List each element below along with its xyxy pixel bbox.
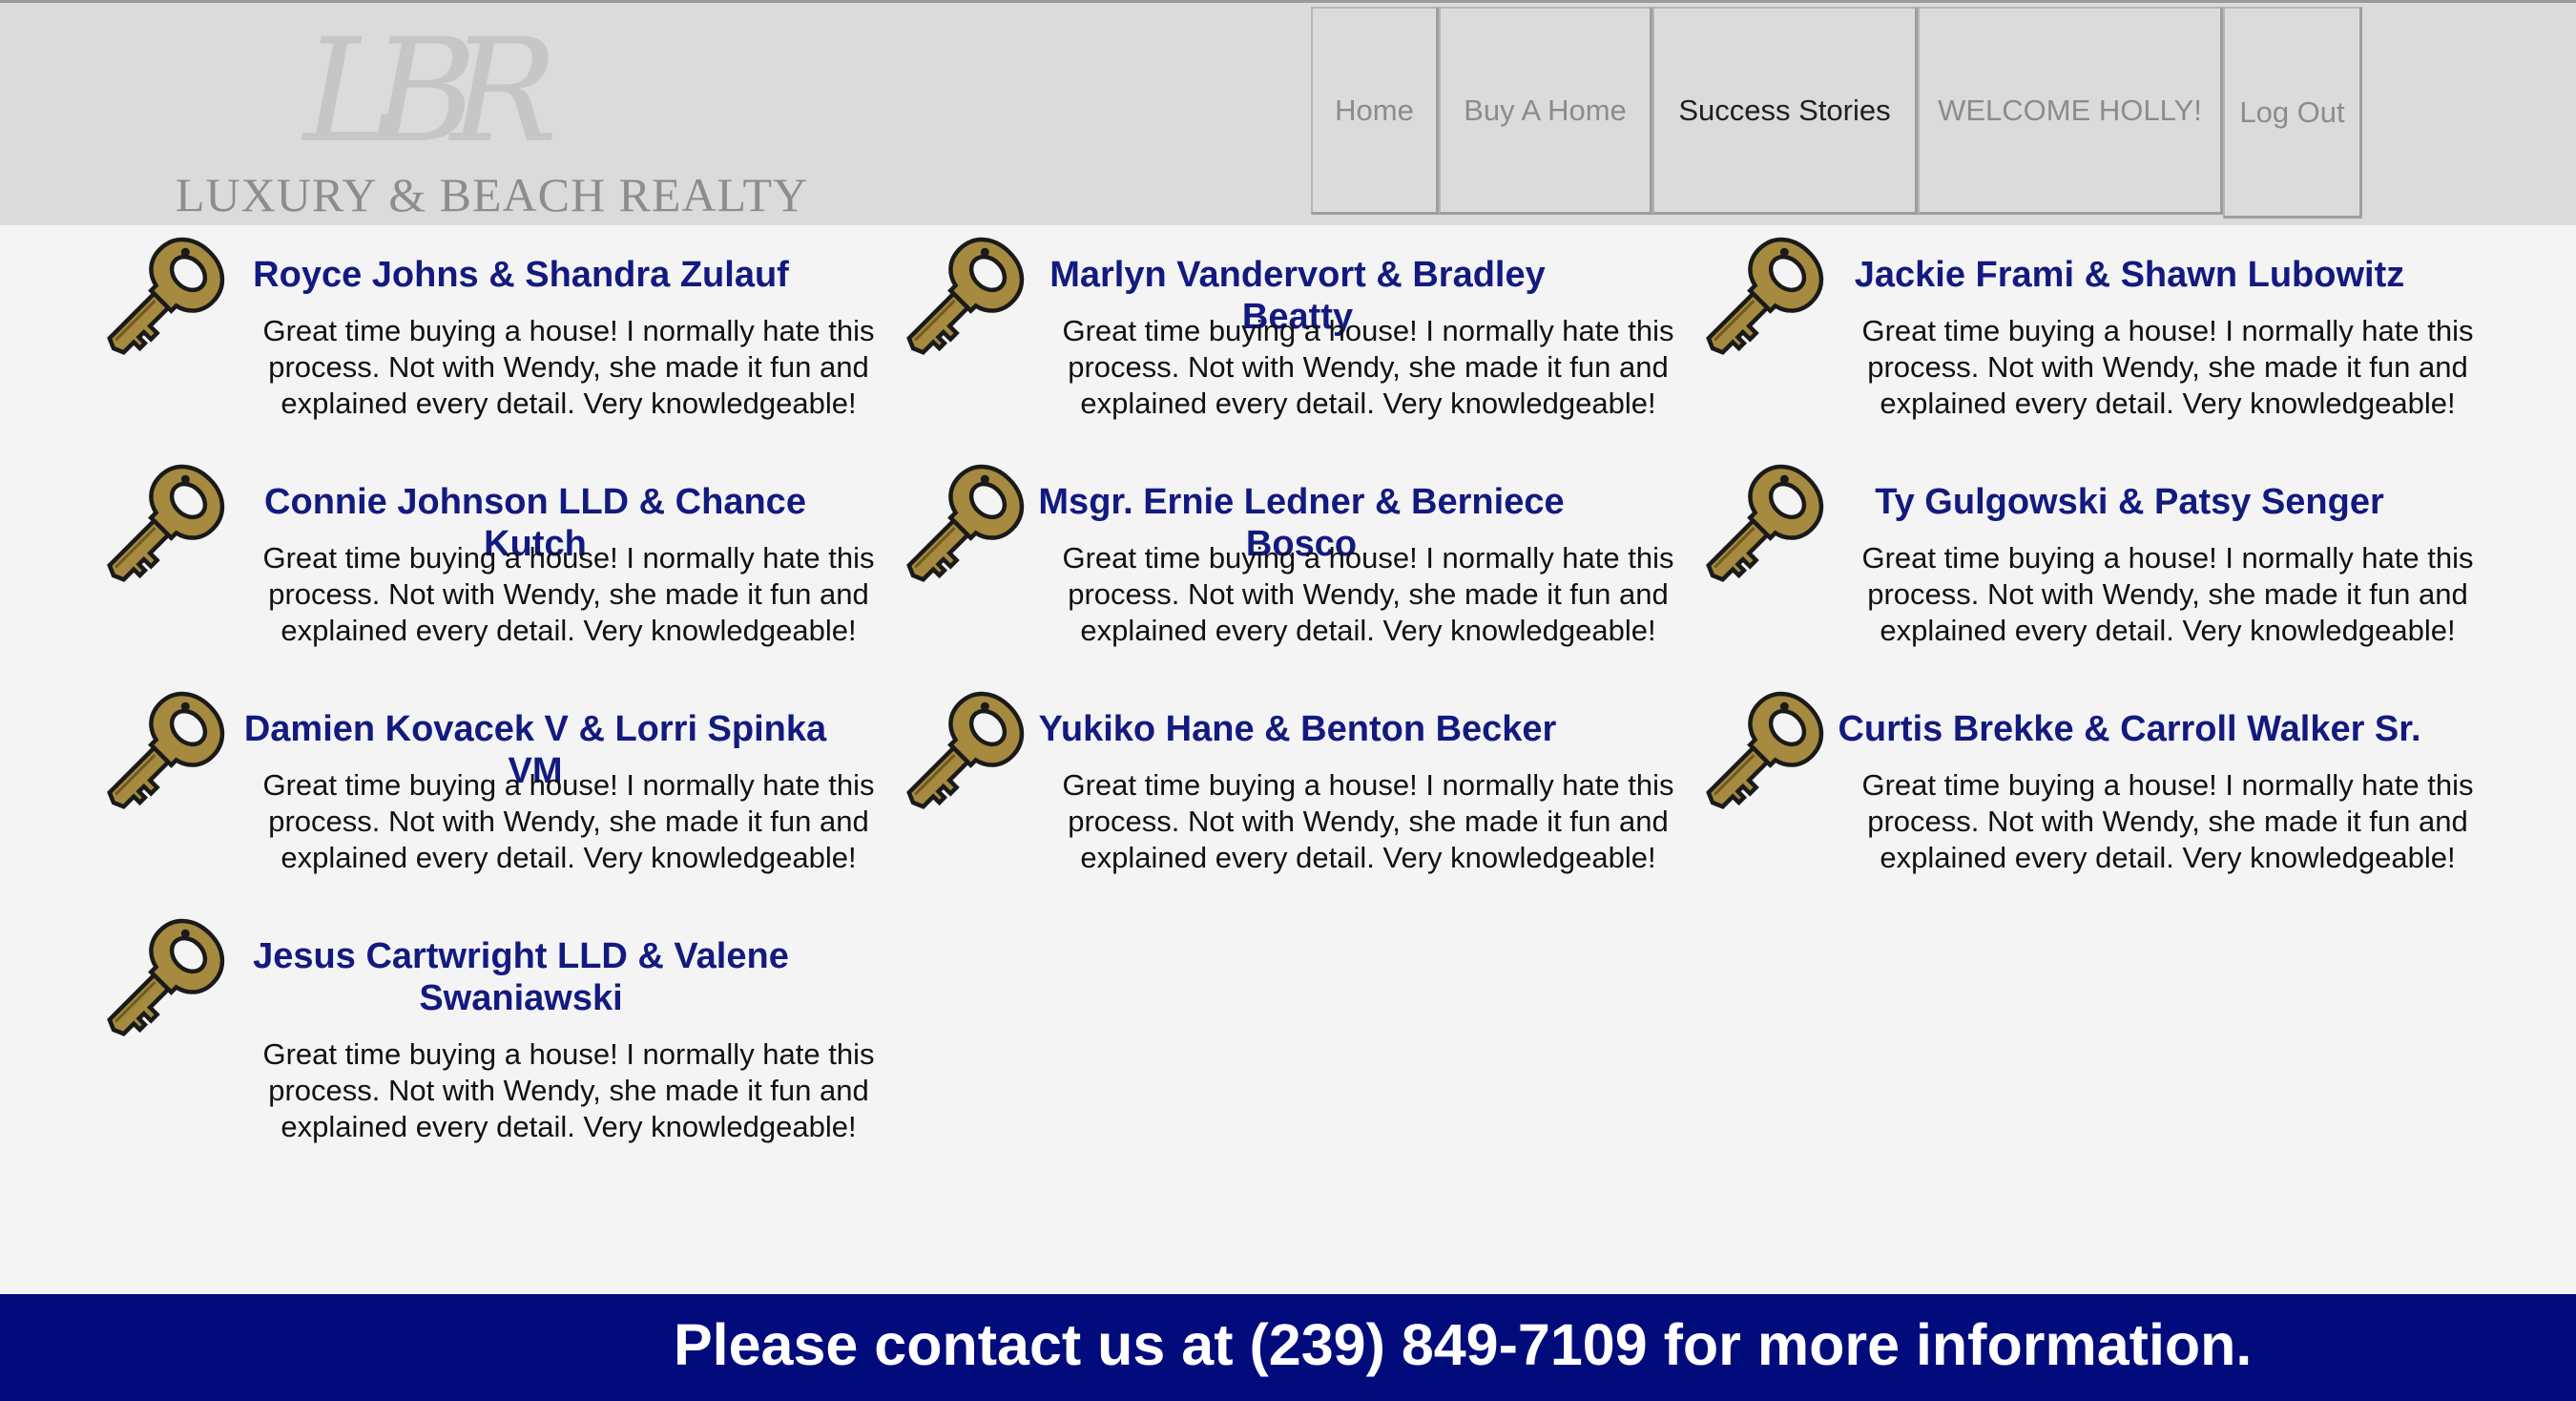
story-text: Great time buying a house! I normally ha… — [1861, 768, 2474, 874]
story-text: Great time buying a house! I normally ha… — [262, 314, 875, 420]
key-icon — [92, 909, 235, 1052]
nav-home[interactable]: Home — [1311, 7, 1439, 215]
story-card: Curtis Brekke & Carroll Walker Sr. Great… — [1691, 681, 2490, 901]
story-name: Royce Johns & Shandra Zulauf — [253, 255, 789, 295]
story-card: Msgr. Ernie Ledner & Berniece Bosco Grea… — [891, 454, 1691, 674]
story-text: Great time buying a house! I normally ha… — [1062, 314, 1674, 420]
key-icon — [92, 227, 235, 370]
story-card: Jackie Frami & Shawn Lubowitz Great time… — [1691, 227, 2490, 447]
story-name: Ty Gulgowski & Patsy Senger — [1875, 482, 2384, 522]
contact-message: Please contact us at (239) 849-7109 for … — [674, 1312, 2253, 1377]
story-text: Great time buying a house! I normally ha… — [1062, 768, 1674, 874]
key-icon — [1691, 681, 1834, 825]
story-card: Yukiko Hane & Benton Becker Great time b… — [891, 681, 1691, 901]
key-icon — [92, 681, 235, 825]
story-name: Jesus Cartwright LLD & Valene Swaniawski — [253, 936, 789, 1018]
brand-monogram: LBR — [303, 9, 558, 175]
story-card: Jesus Cartwright LLD & Valene Swaniawski… — [92, 909, 891, 1157]
brand-name: LUXURY & BEACH REALTY — [176, 168, 809, 221]
story-name: Jackie Frami & Shawn Lubowitz — [1854, 255, 2405, 295]
story-text: Great time buying a house! I normally ha… — [1861, 541, 2474, 647]
story-text: Great time buying a house! I normally ha… — [262, 768, 875, 874]
story-text: Great time buying a house! I normally ha… — [262, 1037, 875, 1143]
key-icon — [1691, 227, 1834, 370]
key-icon — [1691, 454, 1834, 597]
site-header: LBR LUXURY & BEACH REALTY Home Buy A Hom… — [0, 0, 2576, 225]
story-text: Great time buying a house! I normally ha… — [1861, 314, 2474, 420]
story-card: Marlyn Vandervort & Bradley Beatty Great… — [891, 227, 1691, 447]
nav-welcome-user[interactable]: WELCOME HOLLY! — [1918, 7, 2223, 215]
nav-buy-a-home[interactable]: Buy A Home — [1439, 7, 1652, 215]
key-icon — [891, 681, 1034, 825]
key-icon — [92, 454, 235, 597]
story-card: Ty Gulgowski & Patsy Senger Great time b… — [1691, 454, 2490, 674]
story-card: Connie Johnson LLD & Chance Kutch Great … — [92, 454, 891, 674]
nav-log-out[interactable]: Log Out — [2223, 7, 2362, 219]
story-card: Damien Kovacek V & Lorri Spinka VM Great… — [92, 681, 891, 901]
story-text: Great time buying a house! I normally ha… — [1062, 541, 1674, 647]
brand-logo[interactable]: LBR LUXURY & BEACH REALTY — [172, 9, 807, 220]
nav-success-stories[interactable]: Success Stories — [1652, 7, 1918, 215]
main-nav: Home Buy A Home Success Stories WELCOME … — [1311, 7, 2362, 219]
story-card: Royce Johns & Shandra Zulauf Great time … — [92, 227, 891, 447]
story-name: Yukiko Hane & Benton Becker — [1038, 709, 1557, 749]
story-text: Great time buying a house! I normally ha… — [262, 541, 875, 647]
story-name: Curtis Brekke & Carroll Walker Sr. — [1838, 709, 2421, 749]
contact-footer: Please contact us at (239) 849-7109 for … — [0, 1294, 2576, 1401]
